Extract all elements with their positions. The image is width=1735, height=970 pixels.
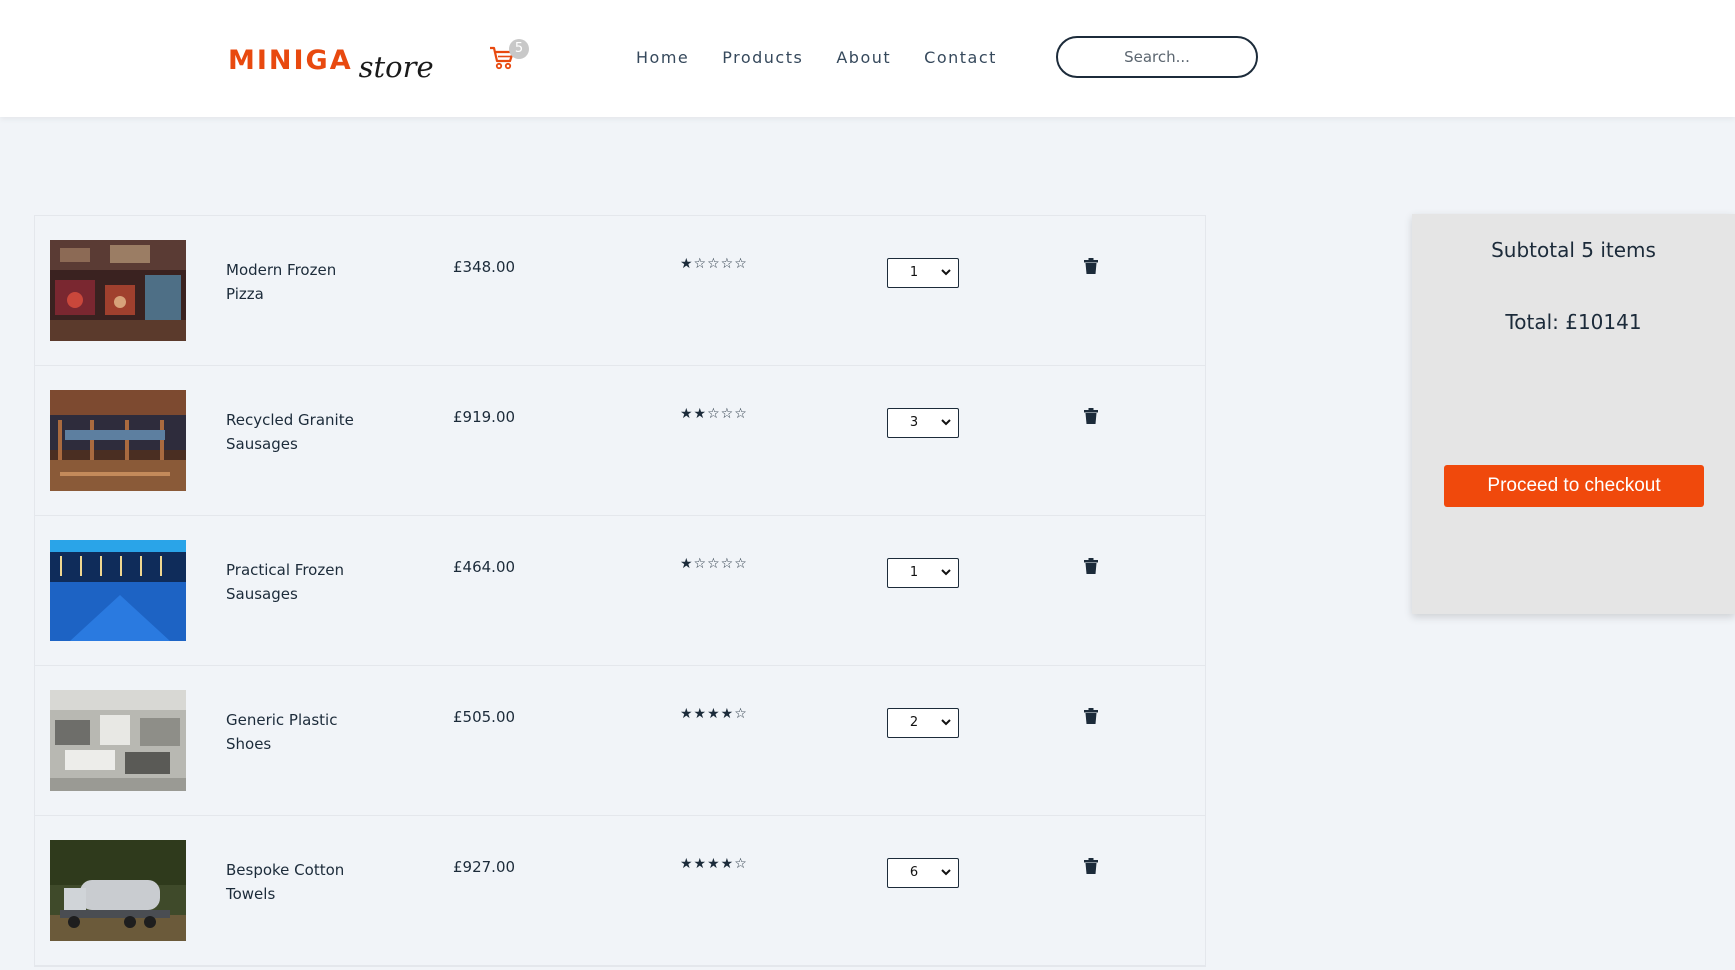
quantity-value: 1 [909,265,919,280]
chevron-down-icon [941,869,951,876]
product-image[interactable] [50,840,186,941]
star-rating: ★★★★☆ [680,706,748,722]
product-name[interactable]: Bespoke Cotton Towels [226,858,376,906]
chevron-down-icon [941,569,951,576]
product-name[interactable]: Modern Frozen Pizza [226,258,376,306]
trash-icon [1084,258,1098,274]
trash-icon [1084,708,1098,724]
chevron-down-icon [941,269,951,276]
product-name[interactable]: Generic Plastic Shoes [226,708,376,756]
quantity-select[interactable]: 2 [887,708,959,738]
product-price: £505.00 [453,708,516,726]
delete-item-button[interactable] [1084,708,1098,728]
search-input[interactable] [1058,38,1256,76]
brand-logo[interactable]: MINIGA store [228,42,434,84]
delete-item-button[interactable] [1084,258,1098,278]
subtotal-label: Subtotal 5 items [1491,238,1656,262]
site-header: MINIGA store 5 Home Products About Contac… [0,0,1735,117]
delete-item-button[interactable] [1084,858,1098,878]
nav-about[interactable]: About [836,48,891,67]
checkout-button[interactable]: Proceed to checkout [1444,465,1704,507]
star-rating: ★☆☆☆☆ [680,556,748,572]
order-summary: Subtotal 5 items Total: £10141 Proceed t… [1412,214,1735,614]
brand-name: MINIGA [228,45,353,76]
quantity-value: 2 [909,715,919,730]
brand-tagline: store [358,50,434,84]
cart-item-list: Modern Frozen Pizza £348.00 ★☆☆☆☆ 1 Recy… [34,215,1206,967]
cart-item-row: Modern Frozen Pizza £348.00 ★☆☆☆☆ 1 [35,216,1205,366]
quantity-select[interactable]: 6 [887,858,959,888]
star-rating: ★☆☆☆☆ [680,256,748,272]
chevron-down-icon [941,419,951,426]
delete-item-button[interactable] [1084,558,1098,578]
main-nav: Home Products About Contact [636,48,1030,67]
product-price: £927.00 [453,858,516,876]
product-image[interactable] [50,690,186,791]
product-name[interactable]: Recycled Granite Sausages [226,408,376,456]
quantity-select[interactable]: 1 [887,558,959,588]
quantity-value: 6 [909,865,919,880]
trash-icon [1084,408,1098,424]
product-name[interactable]: Practical Frozen Sausages [226,558,376,606]
trash-icon [1084,858,1098,874]
product-image[interactable] [50,540,186,641]
nav-contact[interactable]: Contact [924,48,997,67]
product-price: £464.00 [453,558,516,576]
cart-item-row: Bespoke Cotton Towels £927.00 ★★★★☆ 6 [35,816,1205,966]
star-rating: ★★☆☆☆ [680,406,748,422]
nav-home[interactable]: Home [636,48,689,67]
quantity-select[interactable]: 3 [887,408,959,438]
product-price: £348.00 [453,258,516,276]
product-price: £919.00 [453,408,516,426]
trash-icon [1084,558,1098,574]
cart-item-row: Generic Plastic Shoes £505.00 ★★★★☆ 2 [35,666,1205,816]
delete-item-button[interactable] [1084,408,1098,428]
quantity-select[interactable]: 1 [887,258,959,288]
chevron-down-icon [941,719,951,726]
total-label: Total: £10141 [1505,310,1642,334]
nav-products[interactable]: Products [722,48,803,67]
search-box [1056,36,1258,78]
quantity-value: 3 [909,415,919,430]
cart-item-row: Recycled Granite Sausages £919.00 ★★☆☆☆ … [35,366,1205,516]
product-image[interactable] [50,240,186,341]
cart-item-row: Practical Frozen Sausages £464.00 ★☆☆☆☆ … [35,516,1205,666]
product-image[interactable] [50,390,186,491]
star-rating: ★★★★☆ [680,856,748,872]
quantity-value: 1 [909,565,919,580]
cart-count-badge: 5 [509,39,529,59]
cart-button[interactable]: 5 [489,39,529,76]
